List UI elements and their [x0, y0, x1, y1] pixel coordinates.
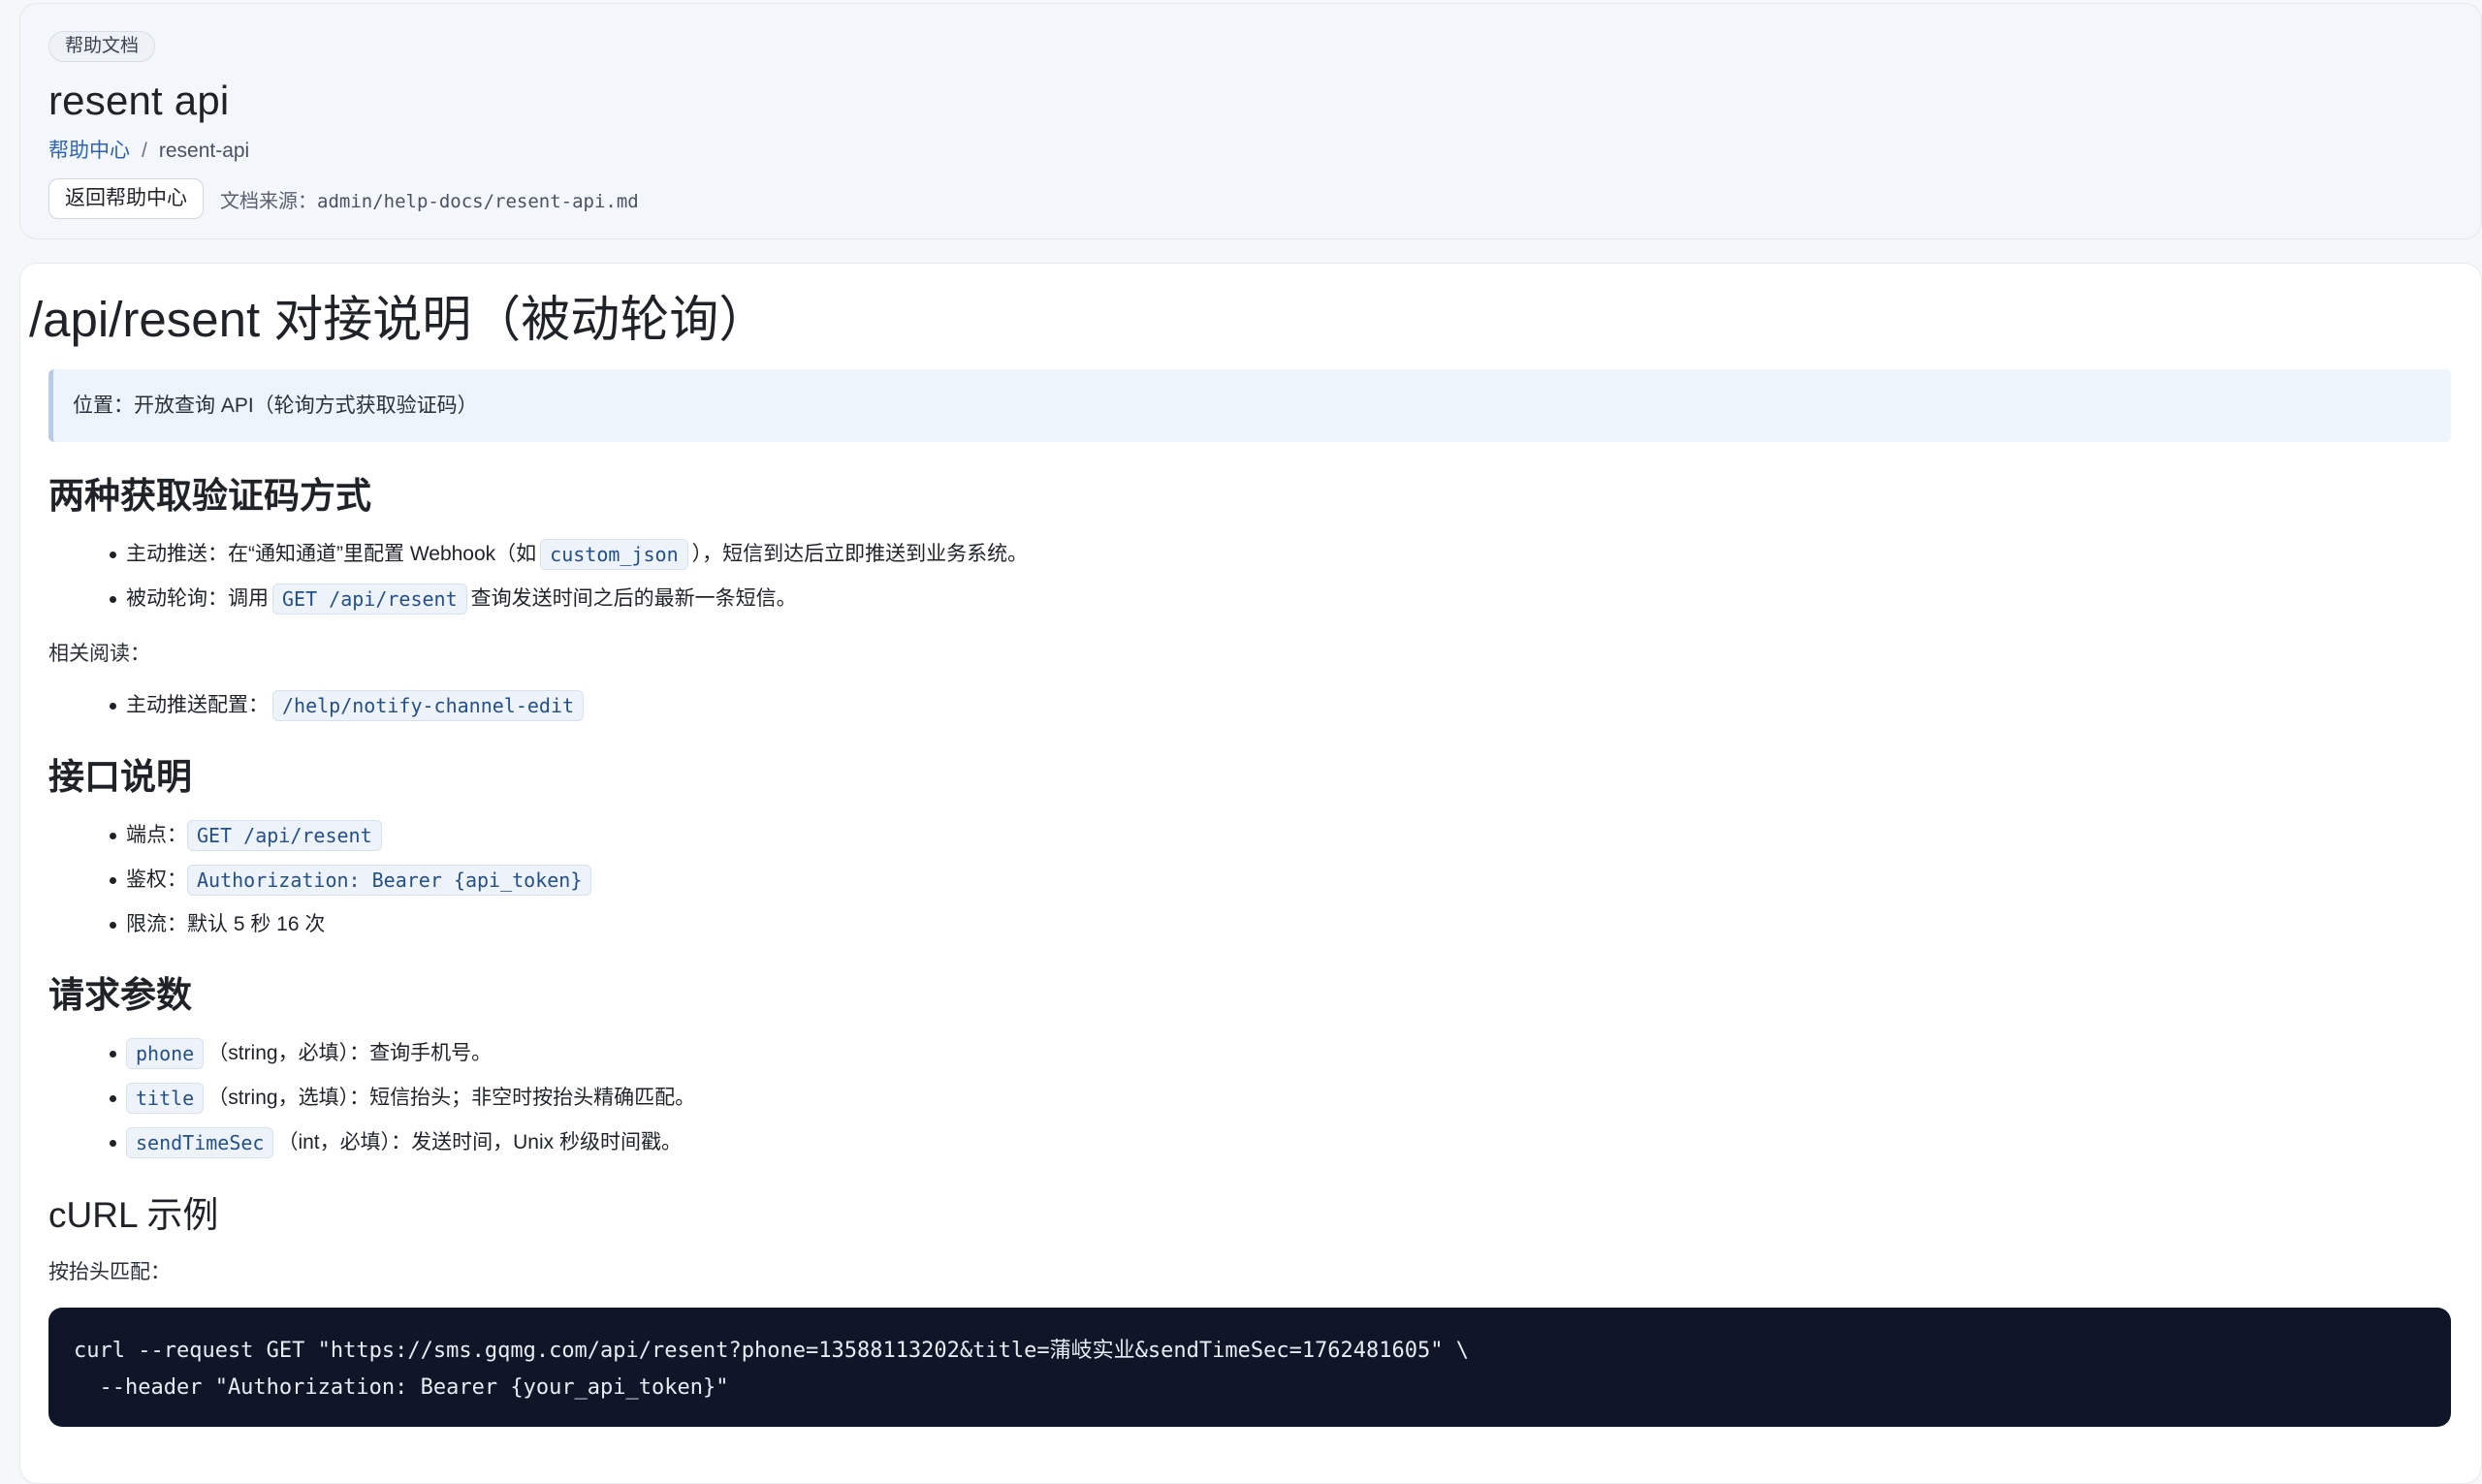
item-text: （string，选填）：短信抬头；非空时按抬头精确匹配。	[207, 1087, 696, 1109]
inline-code: Authorization: Bearer {api_token}	[187, 865, 592, 897]
param-name-code: phone	[126, 1038, 205, 1070]
doc-header-card: 帮助文档 resent api 帮助中心 / resent-api 返回帮助中心 文…	[19, 3, 2482, 239]
list-item: title （string，选填）：短信抬头；非空时按抬头精确匹配。	[109, 1076, 696, 1121]
curl-label: 按抬头匹配：	[48, 1261, 171, 1283]
item-text: 被动轮询：调用	[126, 587, 269, 610]
item-text: 鉴权：	[126, 868, 187, 891]
list-item: phone （string，必填）：查询手机号。	[109, 1031, 695, 1076]
section-heading-api: 接口说明	[48, 757, 192, 797]
doc-source-label: 文档来源：	[220, 190, 317, 212]
item-text: （int，必填）：发送时间，Unix 秒级时间戳。	[277, 1131, 682, 1153]
doc-callout: 位置：开放查询 API（轮询方式获取验证码）	[48, 369, 2451, 442]
list-item: 限流：默认 5 秒 16 次	[109, 902, 595, 947]
breadcrumb-current: resent-api	[158, 140, 250, 162]
related-reading-label: 相关阅读：	[48, 643, 150, 665]
inline-code: custom_json	[540, 539, 688, 571]
api-list: 端点： GET /api/resent 鉴权： Authorization: Bea…	[109, 813, 595, 947]
inline-code: GET /api/resent	[272, 584, 467, 616]
list-item: 被动轮询：调用 GET /api/resent 查询发送时间之后的最新一条短信。	[109, 577, 1028, 621]
doc-source: 文档来源：admin/help-docs/resent-api.md	[220, 185, 639, 213]
list-item: sendTimeSec （int，必填）：发送时间，Unix 秒级时间戳。	[109, 1121, 695, 1165]
item-text: 端点：	[126, 824, 187, 846]
item-text: 主动推送：在“通知通道”里配置 Webhook（如	[126, 543, 537, 565]
item-text: 主动推送配置：	[126, 694, 269, 716]
curl-code-block[interactable]: curl --request GET "https://sms.gqmg.com…	[48, 1308, 2451, 1427]
methods-list: 主动推送：在“通知通道”里配置 Webhook（如 custom_json ），短信…	[109, 532, 1029, 621]
header-actions: 返回帮助中心 文档来源：admin/help-docs/resent-api.m…	[48, 178, 2453, 219]
code-line: --header "Authorization: Bearer {your_ap…	[74, 1375, 729, 1400]
section-heading-curl: cURL 示例	[48, 1195, 219, 1235]
doc-source-path: admin/help-docs/resent-api.md	[317, 190, 639, 212]
list-item: 主动推送：在“通知通道”里配置 Webhook（如 custom_json ），短信…	[109, 532, 1029, 577]
page-title: resent api	[48, 78, 230, 123]
breadcrumb-help-center-link[interactable]: 帮助中心	[48, 140, 130, 162]
list-item: 鉴权： Authorization: Bearer {api_token}	[109, 858, 595, 902]
param-name-code: title	[126, 1083, 205, 1115]
list-item: 端点： GET /api/resent	[109, 813, 595, 858]
section-heading-params: 请求参数	[48, 975, 192, 1015]
params-list: phone （string，必填）：查询手机号。 title （string，选填）…	[109, 1031, 696, 1165]
doc-title: /api/resent 对接说明（被动轮询）	[29, 292, 769, 347]
item-text: 限流：默认 5 秒 16 次	[126, 913, 326, 935]
breadcrumb-separator: /	[142, 140, 147, 162]
code-line: curl --request GET "https://sms.gqmg.com…	[74, 1339, 1470, 1363]
item-text: （string，必填）：查询手机号。	[207, 1042, 493, 1064]
item-text: ），短信到达后立即推送到业务系统。	[691, 543, 1029, 565]
related-list: 主动推送配置：/help/notify-channel-edit	[109, 683, 588, 728]
doc-type-badge: 帮助文档	[48, 31, 156, 62]
param-name-code: sendTimeSec	[126, 1127, 274, 1159]
inline-code: GET /api/resent	[187, 820, 382, 852]
breadcrumb: 帮助中心 / resent-api	[48, 138, 2453, 165]
section-heading-methods: 两种获取验证码方式	[48, 476, 371, 516]
back-to-help-center-button[interactable]: 返回帮助中心	[48, 178, 204, 219]
item-text: 查询发送时间之后的最新一条短信。	[470, 587, 797, 610]
related-link-code[interactable]: /help/notify-channel-edit	[272, 690, 585, 722]
list-item: 主动推送配置：/help/notify-channel-edit	[109, 683, 588, 728]
